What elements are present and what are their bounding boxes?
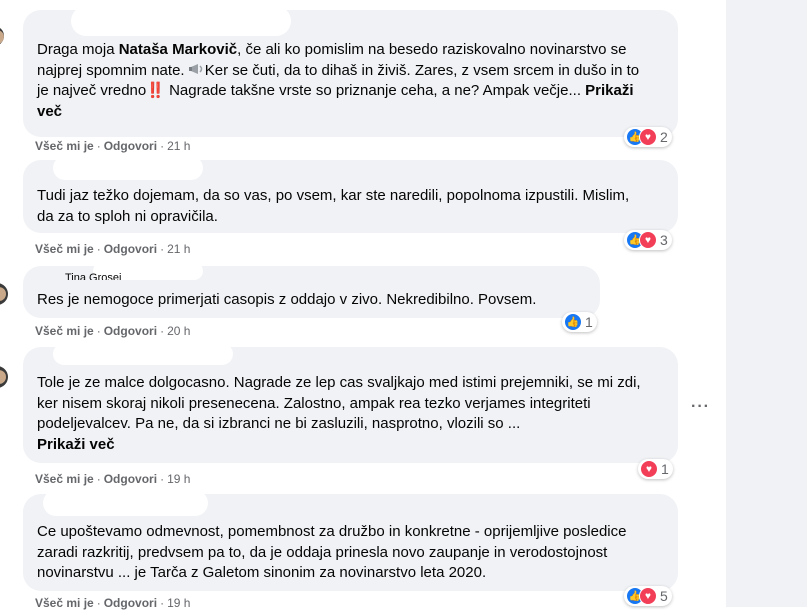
love-icon: ♥ [639,587,657,605]
timestamp[interactable]: 21 h [167,242,190,256]
comment-author[interactable]: Tina Grosej [65,272,121,280]
redacted-author-name [53,156,203,180]
comment-bubble-1: Draga moja Nataša Markovič, če ali ko po… [23,6,678,137]
like-button[interactable]: Všeč mi je [35,242,94,256]
reaction-summary[interactable]: ♥ 1 [638,459,673,479]
reaction-count: 3 [660,232,668,248]
right-side-panel [726,0,807,607]
reaction-count: 1 [585,314,593,330]
tagged-name[interactable]: Nataša Markovič [119,41,237,58]
comment-text: Tole je ze malce dolgocasno. Nagrade ze … [37,374,641,453]
avatar[interactable] [0,366,8,388]
love-icon: ♥ [639,128,657,146]
more-options-icon[interactable]: ··· [691,398,710,416]
megaphone-emoji-icon [188,62,205,76]
like-icon: 👍 [564,313,582,331]
timestamp[interactable]: 19 h [167,472,190,486]
comment-text: Draga moja Nataša Markovič, če ali ko po… [37,41,640,120]
comment-bubble-5: Ce upoštevamo odmevnost, pomembnost za d… [23,490,678,591]
avatar[interactable] [0,26,4,46]
love-icon: ♥ [639,231,657,249]
comment-text: Res je nemogoce primerjati casopis z odd… [37,291,537,308]
love-icon: ♥ [640,460,658,478]
comment-actions: Všeč mi je · Odgovori · 21 h [35,139,191,153]
timestamp[interactable]: 19 h [167,596,190,610]
comment-actions: Všeč mi je · Odgovori · 21 h [35,242,191,256]
like-button[interactable]: Všeč mi je [35,596,94,610]
reaction-summary[interactable]: 👍 ♥ 5 [624,586,672,606]
reaction-count: 1 [661,461,669,477]
comment-text: Tudi jaz težko dojemam, da so vas, po vs… [37,187,630,225]
reaction-summary[interactable]: 👍 ♥ 2 [624,127,672,147]
timestamp[interactable]: 20 h [167,324,190,338]
comment-actions: Všeč mi je · Odgovori · 19 h [35,596,191,610]
comment-bubble-3: Tina Grosej Res je nemogoce primerjati c… [23,262,600,318]
reply-button[interactable]: Odgovori [104,139,157,153]
reply-button[interactable]: Odgovori [104,596,157,610]
reaction-count: 2 [660,129,668,145]
comment-bubble-4: Tole je ze malce dolgocasno. Nagrade ze … [23,343,678,463]
like-button[interactable]: Všeč mi je [35,324,94,338]
comment-actions: Všeč mi je · Odgovori · 20 h [35,324,191,338]
double-exclamation-icon: ‼️ [146,82,165,99]
avatar[interactable] [0,283,8,305]
like-button[interactable]: Všeč mi je [35,139,94,153]
reaction-count: 5 [660,588,668,604]
reply-button[interactable]: Odgovori [104,242,157,256]
redacted-author-name [43,490,208,516]
reaction-summary[interactable]: 👍 ♥ 3 [624,230,672,250]
reply-button[interactable]: Odgovori [104,324,157,338]
reply-button[interactable]: Odgovori [104,472,157,486]
comment-actions: Všeč mi je · Odgovori · 19 h [35,472,191,486]
redacted-author-name [53,343,233,365]
redacted-author-name [71,6,291,36]
like-button[interactable]: Všeč mi je [35,472,94,486]
timestamp[interactable]: 21 h [167,139,190,153]
see-more-link[interactable]: Prikaži več [37,436,115,453]
reaction-summary[interactable]: 👍 1 [562,312,597,332]
comment-bubble-2: Tudi jaz težko dojemam, da so vas, po vs… [23,156,678,233]
comment-text: Ce upoštevamo odmevnost, pomembnost za d… [37,523,627,581]
